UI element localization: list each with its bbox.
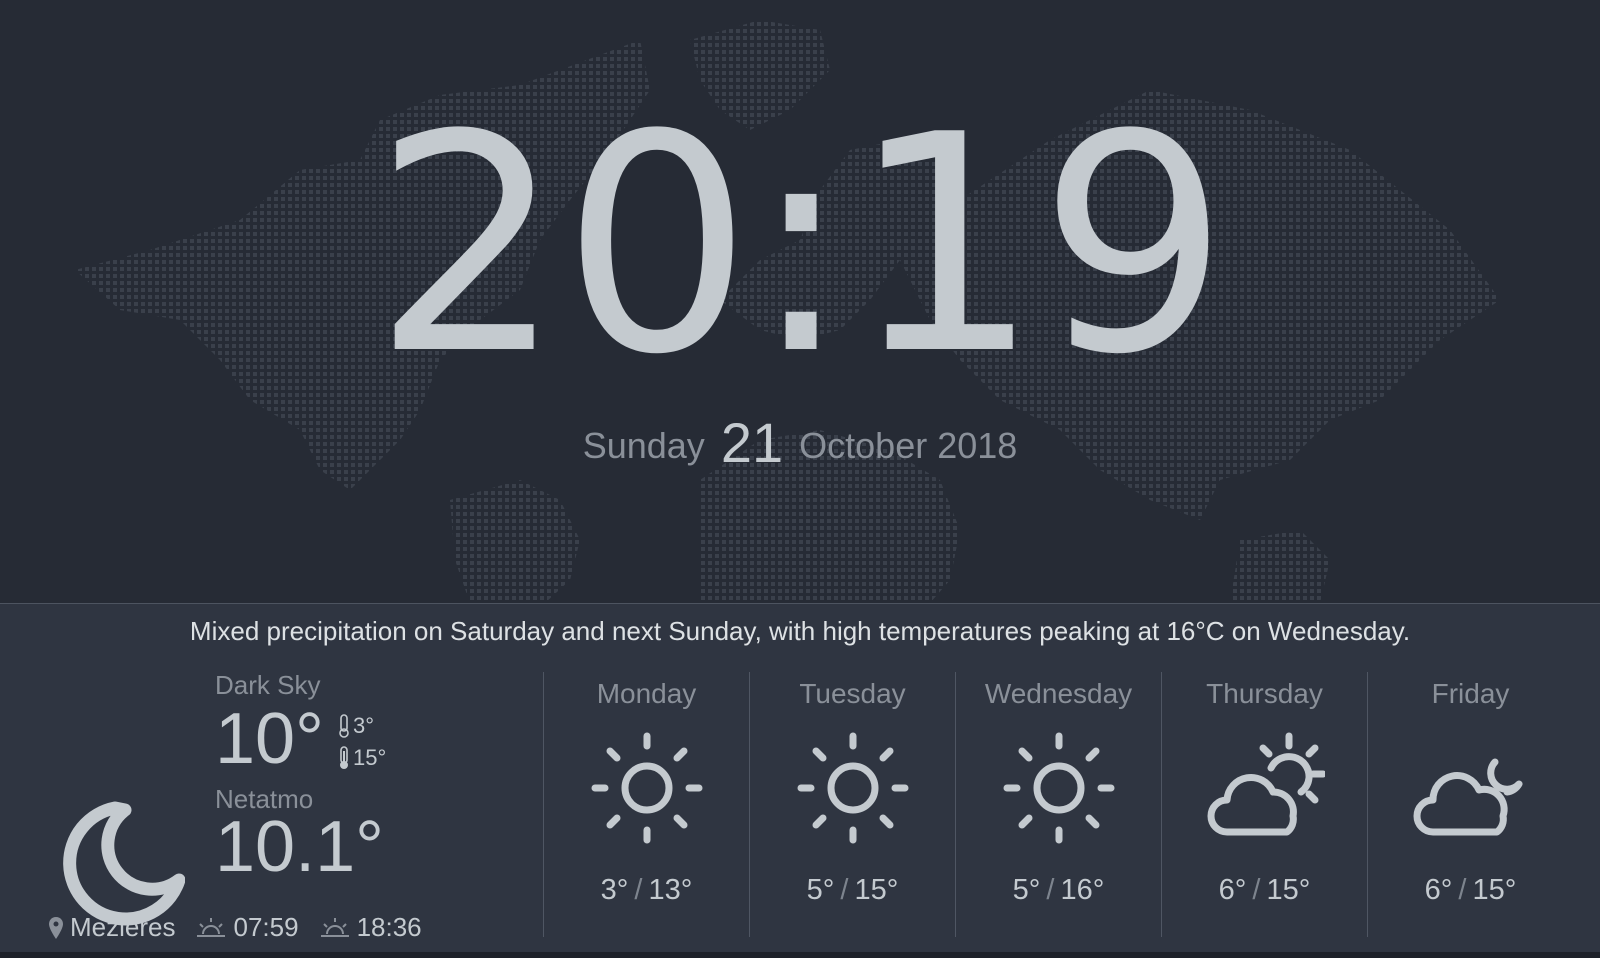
forecast-temperature-range: 6°/15° xyxy=(1368,874,1573,907)
source-dark-sky-label: Dark Sky xyxy=(215,670,321,700)
range-separator: / xyxy=(634,874,643,906)
forecast-temperature-range: 5°/15° xyxy=(750,874,955,907)
date-line: Sunday 21 October 2018 xyxy=(0,410,1600,475)
forecast-day-name: Friday xyxy=(1431,678,1510,709)
location-name: Mezieres xyxy=(70,912,176,942)
sunset-time: 18:36 xyxy=(356,912,422,942)
moon-icon xyxy=(63,801,185,926)
weather-summary: Mixed precipitation on Saturday and next… xyxy=(189,616,1411,646)
sun-icon xyxy=(591,732,703,844)
date-month-year: October 2018 xyxy=(799,425,1018,466)
forecast-low: 6° xyxy=(1424,874,1453,906)
weather-panel: Mixed precipitation on Saturday and next… xyxy=(0,603,1600,953)
range-separator: / xyxy=(1046,874,1055,906)
forecast-high: 16° xyxy=(1060,874,1105,906)
clock-time: 20:19 xyxy=(372,71,1230,420)
forecast-day: Friday 6°/15° xyxy=(1367,672,1573,937)
forecast-day-name: Monday xyxy=(596,678,697,709)
sunrise-icon xyxy=(197,917,226,937)
forecast-low: 5° xyxy=(1012,874,1041,906)
thermometer-low-icon xyxy=(339,714,349,738)
forecast-temperature-range: 6°/15° xyxy=(1162,874,1367,907)
location-sun-info: Mezieres 07:59 18:36 xyxy=(48,912,442,943)
forecast-low: 3° xyxy=(600,874,629,906)
range-separator: / xyxy=(840,874,849,906)
forecast-list: Monday 3°/13° Tuesday 5° / 15° Wednesday… xyxy=(543,672,1573,937)
sun-icon xyxy=(1003,732,1115,844)
forecast-high: 13° xyxy=(648,874,693,906)
date-weekday: Sunday xyxy=(582,425,705,466)
location: Mezieres xyxy=(48,912,175,943)
min-max-temperature: 3° 15° xyxy=(337,710,386,774)
thermometer-high-icon xyxy=(340,746,348,769)
forecast-low: 5° xyxy=(806,874,835,906)
forecast-temperature-range: 3°/13° xyxy=(544,874,749,907)
forecast-day: Tuesday 5°/15° xyxy=(749,672,955,937)
forecast-low: 6° xyxy=(1218,874,1247,906)
clock-panel: 20:19 Sunday 21 October 2018 xyxy=(0,0,1600,603)
forecast-day-name: Tuesday xyxy=(799,678,906,709)
netatmo-temperature: 10.1° xyxy=(215,807,384,887)
low-temperature: 3° xyxy=(353,713,375,738)
forecast-day: Thursday 6°/15° xyxy=(1161,672,1367,937)
forecast-high: 15° xyxy=(854,874,899,906)
range-separator: / xyxy=(1252,874,1261,906)
forecast-high: 15° xyxy=(1472,874,1517,906)
bottom-edge xyxy=(0,952,1600,958)
partly-cloudy-night-icon xyxy=(1413,758,1523,836)
current-temperature: 10° xyxy=(215,699,324,779)
forecast-day-name: Wednesday xyxy=(984,678,1133,709)
sunrise: 07:59 xyxy=(195,912,299,943)
high-temperature: 15° xyxy=(353,745,387,770)
sunset: 18:36 xyxy=(319,912,422,943)
forecast-day: Wednesday 5°/16° xyxy=(955,672,1161,937)
forecast-temperature-range: 5°/16° xyxy=(956,874,1161,907)
sun-icon xyxy=(797,732,909,844)
partly-cloudy-day-icon xyxy=(1207,732,1325,836)
current-weather: Dark Sky 10° 3° 15° Netatmo 10.1° Mezier… xyxy=(0,664,540,944)
location-pin-icon xyxy=(49,916,63,939)
date-day: 21 xyxy=(720,411,784,474)
forecast-day: Monday 3°/13° xyxy=(543,672,749,937)
sunrise-time: 07:59 xyxy=(233,912,299,942)
sunset-icon xyxy=(320,917,349,937)
forecast-high: 15° xyxy=(1266,874,1311,906)
range-separator: / xyxy=(1458,874,1467,906)
forecast-day-name: Thursday xyxy=(1206,678,1323,709)
